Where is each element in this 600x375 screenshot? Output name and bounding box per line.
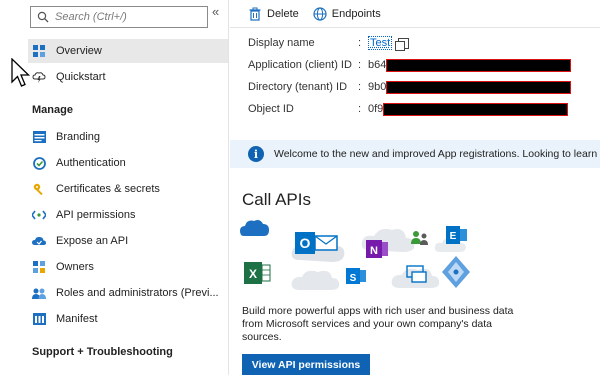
object-id-row: Object ID : 0f9	[248, 101, 569, 117]
collapse-sidebar-button[interactable]: «	[212, 4, 219, 19]
globe-icon	[313, 6, 327, 21]
welcome-banner: i Welcome to the new and improved App re…	[230, 140, 600, 168]
sidebar-item-api-permissions[interactable]: API permissions	[28, 203, 228, 227]
support-heading: Support + Troubleshooting	[32, 346, 173, 358]
display-name-key: Display name	[248, 37, 315, 49]
info-icon: i	[248, 146, 264, 162]
tenant-id-key: Directory (tenant) ID	[248, 81, 348, 93]
svg-text:X: X	[249, 267, 257, 281]
search-icon	[37, 11, 49, 23]
sidebar-item-label: Quickstart	[56, 71, 106, 83]
sidebar-item-label: Certificates & secrets	[56, 183, 160, 195]
manifest-icon	[32, 312, 46, 326]
svg-text:S: S	[350, 273, 357, 284]
tenant-id-value: 9b0	[368, 81, 387, 93]
cloud-bolt-icon	[32, 70, 46, 84]
redaction-box	[386, 58, 572, 72]
tenant-id-row: Directory (tenant) ID : 9b0	[248, 79, 572, 95]
sidebar-item-owners[interactable]: Owners	[28, 255, 228, 279]
sidebar: « Overview Quickstart Manage Branding Au…	[0, 0, 229, 375]
owners-grid-icon	[32, 260, 46, 274]
description-line: sources.	[242, 331, 282, 343]
cloud-expose-icon	[32, 234, 46, 248]
description-line: Build more powerful apps with rich user …	[242, 305, 514, 317]
banner-text: Welcome to the new and improved App regi…	[274, 148, 598, 160]
call-apis-description: Build more powerful apps with rich user …	[242, 305, 582, 344]
roles-icon	[32, 286, 46, 300]
sidebar-item-label: Owners	[56, 261, 94, 273]
copy-icon[interactable]	[395, 37, 410, 51]
overview-grid-icon	[32, 44, 46, 58]
call-apis-heading: Call APIs	[242, 190, 311, 209]
search-input[interactable]	[55, 11, 205, 23]
api-permissions-icon	[32, 208, 46, 222]
excel-icon: X	[244, 262, 271, 284]
key-icon	[32, 182, 46, 196]
redaction-box	[386, 80, 572, 94]
sidebar-item-label: Overview	[56, 45, 102, 57]
object-id-key: Object ID	[248, 103, 294, 115]
sidebar-item-label: Branding	[56, 131, 101, 143]
svg-text:O: O	[300, 235, 311, 251]
description-line: from Microsoft services and your own com…	[242, 318, 493, 330]
sidebar-item-certificates[interactable]: Certificates & secrets	[28, 177, 228, 201]
delete-label: Delete	[267, 7, 299, 20]
onenote-icon: N	[366, 240, 388, 258]
branding-icon	[32, 130, 46, 144]
svg-text:N: N	[370, 245, 378, 257]
people-icon	[411, 231, 428, 245]
trash-icon	[249, 7, 261, 21]
svg-text:E: E	[450, 231, 457, 242]
endpoints-button[interactable]: Endpoints	[313, 6, 381, 21]
sidebar-item-label: Manifest	[56, 313, 98, 325]
app-id-value: b64	[368, 59, 387, 71]
microsoft-services-illustration: O N E X S	[240, 220, 470, 290]
sidebar-item-label: API permissions	[56, 209, 136, 221]
cloud-shape	[291, 270, 340, 290]
azure-ad-icon	[442, 256, 470, 288]
sidebar-item-roles[interactable]: Roles and administrators (Previ...	[28, 281, 228, 305]
redaction-box	[383, 102, 569, 116]
app-id-row: Application (client) ID : b64	[248, 57, 572, 73]
sidebar-item-branding[interactable]: Branding	[28, 125, 228, 149]
display-name-row: Display name : Test	[248, 35, 410, 51]
app-id-key: Application (client) ID	[248, 59, 352, 71]
onedrive-icon	[240, 220, 269, 236]
manage-heading: Manage	[32, 104, 73, 116]
endpoints-label: Endpoints	[331, 7, 381, 20]
sidebar-item-manifest[interactable]: Manifest	[28, 307, 228, 331]
display-name-link[interactable]: Test	[368, 36, 393, 50]
command-bar: Delete Endpoints	[230, 0, 600, 28]
outlook-icon: O	[295, 232, 338, 254]
sidebar-item-label: Roles and administrators (Previ...	[56, 287, 219, 299]
search-box[interactable]	[30, 6, 208, 28]
mouse-cursor-icon	[11, 58, 31, 87]
sidebar-item-label: Expose an API	[56, 235, 129, 247]
sidebar-item-overview[interactable]: Overview	[28, 39, 228, 63]
sharepoint-icon: S	[346, 268, 366, 284]
delete-button[interactable]: Delete	[248, 7, 299, 21]
sidebar-item-expose-api[interactable]: Expose an API	[28, 229, 228, 253]
exchange-icon: E	[446, 226, 467, 244]
object-id-value: 0f9	[368, 103, 384, 115]
main-panel: Delete Endpoints Display name : Test App…	[230, 0, 600, 375]
authentication-icon	[32, 156, 46, 170]
sidebar-item-authentication[interactable]: Authentication	[28, 151, 228, 175]
sidebar-item-label: Authentication	[56, 157, 126, 169]
sidebar-item-quickstart[interactable]: Quickstart	[28, 65, 228, 89]
view-api-permissions-button[interactable]: View API permissions	[242, 354, 370, 375]
